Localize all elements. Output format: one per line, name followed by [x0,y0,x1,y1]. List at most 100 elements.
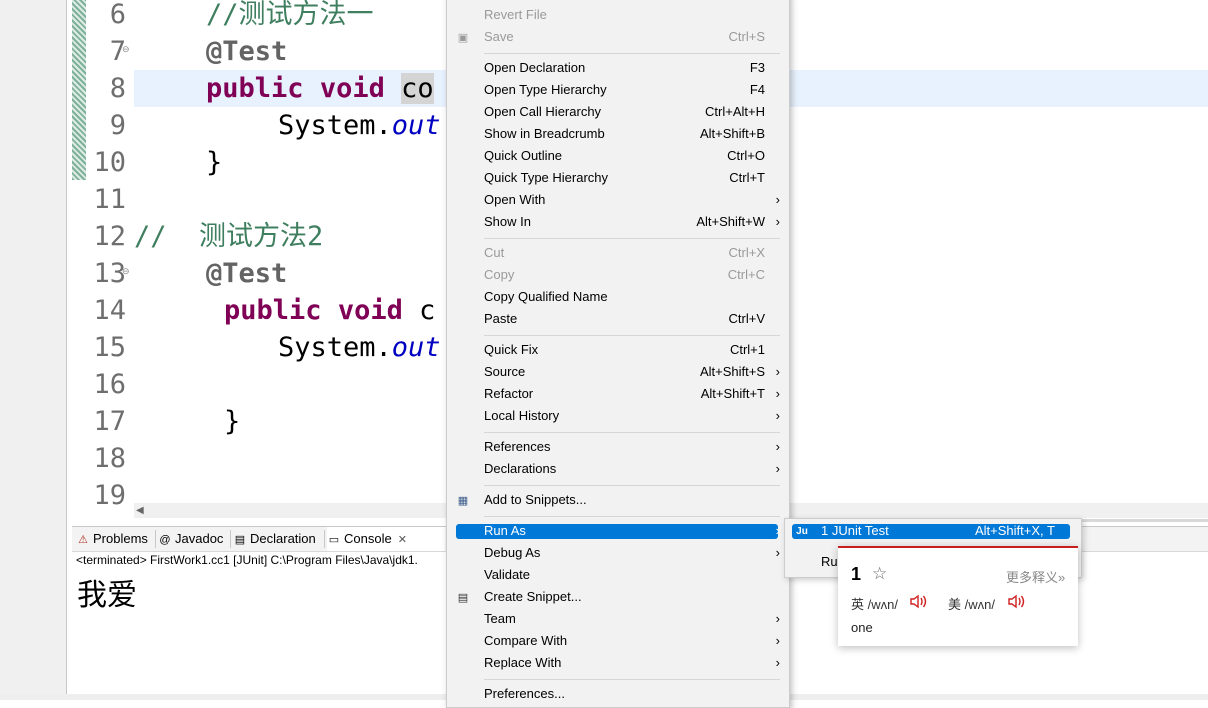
tab-divider [324,530,325,548]
menu-separator [484,485,780,486]
menu-item-save[interactable]: Save Ctrl+S [484,26,774,48]
line-number: 10 [93,147,126,178]
menu-item-source[interactable]: Source Alt+Shift+S › [484,361,780,383]
menu-item-compare-with[interactable]: Compare With › [484,630,780,652]
menu-item-shortcut: Alt+Shift+T [700,386,765,401]
menu-item-quick-type-hierarchy[interactable]: Quick Type Hierarchy Ctrl+T [484,167,774,189]
menu-item-copy[interactable]: Copy Ctrl+C [484,264,774,286]
menu-item-open-call-hierarchy[interactable]: Open Call Hierarchy Ctrl+Alt+H [484,101,774,123]
code-brace: } [206,147,223,178]
line-number: 14 [93,295,126,326]
tab-label: Console [344,531,392,546]
code-line-8: public void co [206,70,434,107]
tab-label: Javadoc [175,531,224,546]
submenu-item-junit-test[interactable]: 1 JUnit Test [821,520,889,542]
menu-item-show-in[interactable]: Show In Alt+Shift+W › [484,211,780,233]
fold-toggle-icon[interactable]: ⊖ [122,267,130,277]
uk-phonetic: /wʌn/ [867,597,898,612]
console-output: 我爱 [77,578,137,613]
menu-item-label: Show in Breadcrumb [484,126,605,141]
menu-item-refactor[interactable]: Refactor Alt+Shift+T › [484,383,780,405]
submenu-item-run-configurations[interactable]: Ru [821,551,838,573]
menu-item-validate[interactable]: Validate [484,564,774,586]
menu-item-copy-qualified-name[interactable]: Copy Qualified Name [484,286,774,308]
submenu-arrow-icon: › [775,408,780,423]
menu-item-show-in-breadcrumb[interactable]: Show in Breadcrumb Alt+Shift+B [484,123,774,145]
menu-item-shortcut: F3 [749,60,765,75]
menu-item-open-declaration[interactable]: Open Declaration F3 [484,57,774,79]
us-label: 美 [948,597,962,612]
left-gray-area [0,0,66,700]
menu-item-preferences[interactable]: Preferences... [484,683,774,705]
menu-item-replace-with[interactable]: Replace With › [484,652,780,674]
menu-item-paste[interactable]: Paste Ctrl+V [484,308,774,330]
menu-item-open-type-hierarchy[interactable]: Open Type Hierarchy F4 [484,79,774,101]
tab-problems[interactable]: ⚠ Problems [76,527,148,551]
submenu-arrow-icon: › [775,633,780,648]
menu-item-references[interactable]: References › [484,436,780,458]
menu-item-shortcut: Alt+Shift+S [699,364,765,379]
console-icon: ▭ [328,534,340,546]
menu-item-create-snippet[interactable]: Create Snippet... [484,586,774,608]
menu-item-run-as[interactable]: Run As › [484,520,780,542]
submenu-arrow-icon: › [775,545,780,560]
menu-item-label: Team [484,611,516,626]
menu-item-quick-fix[interactable]: Quick Fix Ctrl+1 [484,339,774,361]
menu-item-label: Create Snippet... [484,589,582,604]
menu-item-label: Validate [484,567,531,582]
snippet-create-icon: ▤ [457,591,469,604]
line-number: 16 [93,369,126,400]
menu-item-label: Declarations [484,461,557,476]
menu-separator [484,679,780,680]
declaration-icon: ▤ [234,534,246,546]
menu-item-label: Preferences... [484,686,565,701]
us-pronunciation: 美 /wʌn/ [948,594,995,613]
code-keyword: void [319,73,385,104]
tab-console[interactable]: ▭ Console ✕ [327,527,445,551]
uk-label: 英 [851,597,865,612]
menu-item-label: Copy [484,267,515,282]
menu-item-open-with[interactable]: Open With › [484,189,780,211]
menu-item-label: Paste [484,311,518,326]
menu-separator [484,335,780,336]
menu-separator [484,238,780,239]
menu-item-shortcut: Ctrl+V [728,311,765,326]
code-keyword: public [224,295,322,326]
line-number: 11 [93,184,126,215]
menu-item-shortcut: Ctrl+1 [729,342,765,357]
menu-item-shortcut: Ctrl+S [728,29,765,44]
line-number: 7 [109,36,126,67]
menu-separator [484,432,780,433]
line-number: 6 [109,0,126,30]
fold-toggle-icon[interactable]: ⊖ [122,45,130,55]
more-definitions-link[interactable]: 更多释义» [1006,567,1065,586]
menu-item-label: Show In [484,214,531,229]
scroll-left-arrow-icon[interactable]: ◀ [136,503,144,518]
menu-item-debug-as[interactable]: Debug As › [484,542,780,564]
menu-item-add-to-snippets[interactable]: Add to Snippets... [484,489,774,511]
menu-item-cut[interactable]: Cut Ctrl+X [484,242,774,264]
tab-divider [230,530,231,548]
favorite-star-icon[interactable]: ☆ [872,564,887,584]
submenu-arrow-icon: › [775,439,780,454]
code-annotation: @Test [206,258,288,289]
speaker-icon[interactable] [1008,594,1026,609]
translation-meaning: one [851,620,873,635]
speaker-icon[interactable] [910,594,928,609]
menu-item-label: Quick Outline [484,148,563,163]
menu-item-team[interactable]: Team › [484,608,780,630]
close-tab-icon[interactable]: ✕ [398,534,407,546]
tab-label: Problems [93,531,148,546]
change-ruler [72,0,86,180]
menu-item-local-history[interactable]: Local History › [484,405,780,427]
tab-declaration[interactable]: ▤ Declaration [233,527,316,551]
menu-item-label: Revert File [484,7,547,22]
menu-item-quick-outline[interactable]: Quick Outline Ctrl+O [484,145,774,167]
code-keyword: void [337,295,403,326]
menu-item-shortcut: Alt+Shift+W [696,214,765,229]
menu-item-label: Add to Snippets... [484,492,587,507]
menu-item-declarations[interactable]: Declarations › [484,458,780,480]
menu-item-revert-file[interactable]: Revert File [484,4,774,26]
tab-javadoc[interactable]: @ Javadoc [158,527,223,551]
code-text: System. [278,332,392,363]
